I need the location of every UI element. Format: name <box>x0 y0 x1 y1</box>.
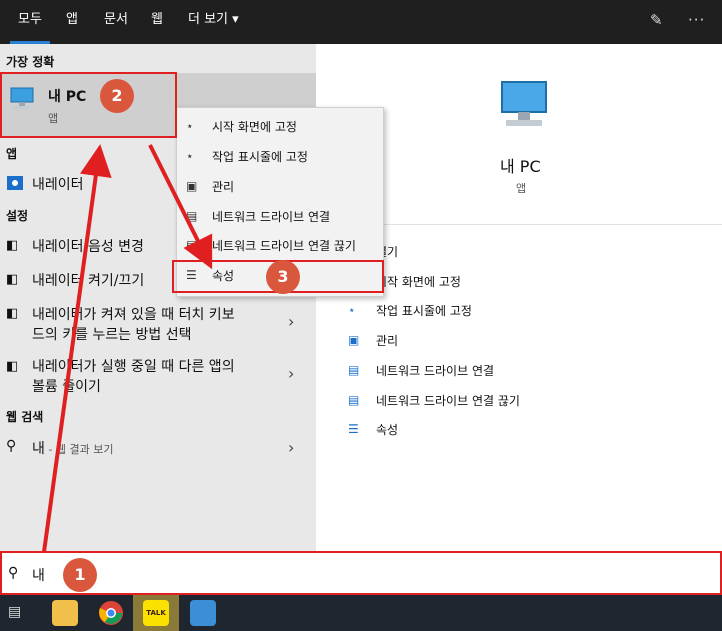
web-result[interactable]: 내 - 웹 결과 보기 <box>32 438 113 458</box>
chevron-right-icon[interactable]: › <box>288 364 294 383</box>
action-map-drive[interactable]: 네트워크 드라이브 연결 <box>376 362 494 379</box>
chevron-right-icon[interactable]: › <box>288 438 294 457</box>
step-badge-2: 2 <box>100 79 134 113</box>
setting-touch-keyboard-line2[interactable]: 드의 키를 누르는 방법 선택 <box>32 324 191 344</box>
settings-icon: ◧ <box>6 359 19 374</box>
details-title: 내 PC <box>500 157 541 176</box>
app-icon[interactable] <box>190 600 216 626</box>
search-input[interactable]: 내 <box>32 565 45 585</box>
details-divider <box>327 224 722 225</box>
action-pin-taskbar[interactable]: 작업 표시줄에 고정 <box>376 302 472 319</box>
network-drive-disconnect-icon: ▤ <box>186 238 198 252</box>
web-result-query: 내 <box>32 441 45 457</box>
setting-lower-volume-line2[interactable]: 볼륨 줄이기 <box>32 376 101 396</box>
more-options-icon[interactable]: ··· <box>688 11 705 29</box>
apps-header: 앱 <box>6 147 18 161</box>
search-icon: ⚲ <box>6 438 17 454</box>
settings-header: 설정 <box>6 209 29 223</box>
kakaotalk-icon[interactable]: TALK <box>143 600 169 626</box>
chevron-right-icon[interactable]: › <box>288 312 294 331</box>
tab-all[interactable]: 모두 <box>10 0 50 44</box>
pin-icon: ⋆ <box>186 149 194 163</box>
action-disconnect-drive[interactable]: 네트워크 드라이브 연결 끊기 <box>376 392 520 409</box>
pin-icon: ⋆ <box>186 119 194 133</box>
search-icon: ⚲ <box>8 565 19 581</box>
ctx-manage[interactable]: 관리 <box>212 178 234 195</box>
setting-narrator-voice[interactable]: 내레이터 음성 변경 <box>32 236 144 256</box>
chrome-icon[interactable] <box>98 600 124 626</box>
details-subtitle: 앱 <box>516 182 527 195</box>
tab-documents[interactable]: 문서 <box>104 0 128 44</box>
narrator-icon <box>7 176 23 190</box>
web-result-suffix: - 웹 결과 보기 <box>44 443 114 456</box>
properties-icon: ☰ <box>348 422 359 436</box>
manage-icon: ▣ <box>186 179 198 193</box>
pin-icon: ⋆ <box>348 303 356 317</box>
action-manage[interactable]: 관리 <box>376 332 398 349</box>
tab-apps[interactable]: 앱 <box>66 0 78 44</box>
tab-more[interactable]: 더 보기 ▾ <box>188 0 239 44</box>
this-pc-large-icon <box>501 81 547 126</box>
best-match-highlight <box>0 72 177 138</box>
feedback-icon[interactable]: ✎ <box>650 11 663 29</box>
settings-icon: ◧ <box>6 272 19 287</box>
action-properties[interactable]: 속성 <box>376 421 398 438</box>
web-search-header: 웹 검색 <box>6 410 44 424</box>
setting-lower-volume-line1[interactable]: 내레이터가 실행 중일 때 다른 앱의 <box>32 356 235 376</box>
settings-icon: ◧ <box>6 238 19 253</box>
app-narrator[interactable]: 내레이터 <box>32 174 84 194</box>
step-badge-1: 1 <box>63 558 97 592</box>
action-pin-start[interactable]: 시작 화면에 고정 <box>376 273 461 290</box>
tab-web[interactable]: 웹 <box>151 0 163 44</box>
file-explorer-icon[interactable] <box>52 600 78 626</box>
ctx-pin-taskbar[interactable]: 작업 표시줄에 고정 <box>212 148 308 165</box>
ctx-map-drive[interactable]: 네트워크 드라이브 연결 <box>212 208 330 225</box>
setting-touch-keyboard-line1[interactable]: 내레이터가 켜져 있을 때 터치 키보 <box>32 304 235 324</box>
ctx-pin-start[interactable]: 시작 화면에 고정 <box>212 118 297 135</box>
best-match-header: 가장 정확 <box>6 55 55 69</box>
settings-icon: ◧ <box>6 306 19 321</box>
task-view-icon[interactable]: ▤ <box>8 604 21 620</box>
setting-narrator-toggle[interactable]: 내레이터 켜기/끄기 <box>32 270 144 290</box>
manage-icon: ▣ <box>348 333 360 347</box>
step-badge-3: 3 <box>266 260 300 294</box>
network-drive-icon: ▤ <box>348 363 360 377</box>
network-drive-disconnect-icon: ▤ <box>348 393 360 407</box>
search-box[interactable] <box>0 551 722 595</box>
network-drive-icon: ▤ <box>186 209 198 223</box>
ctx-disconnect-drive[interactable]: 네트워크 드라이브 연결 끊기 <box>212 237 356 254</box>
